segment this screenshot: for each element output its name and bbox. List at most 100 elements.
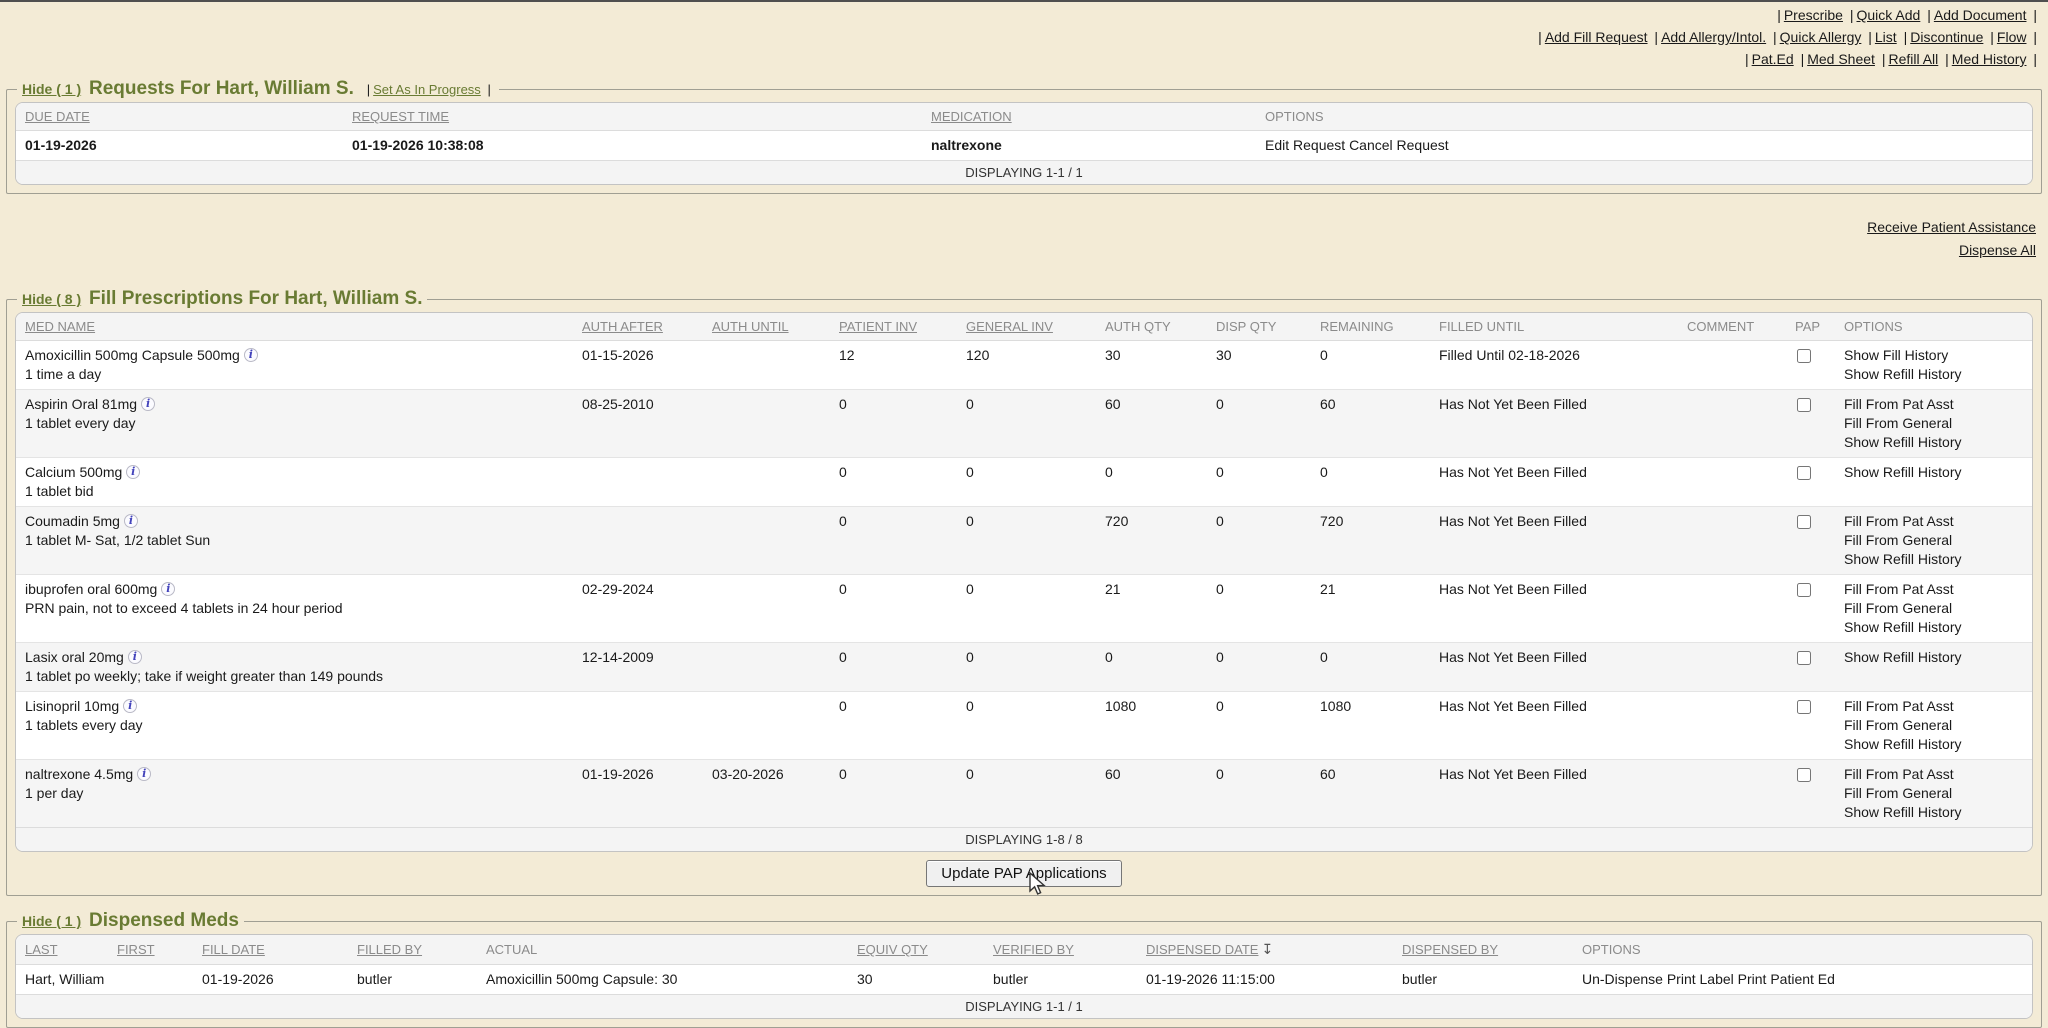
fill-from-general-link[interactable]: Fill From General <box>1844 716 2028 735</box>
col-header-filled-by[interactable]: FILLED BY <box>353 935 482 965</box>
auth-qty-cell: 60 <box>1101 390 1212 458</box>
print-patient-ed-link[interactable]: Print Patient Ed <box>1738 971 1835 987</box>
request-due-date: 01-19-2026 <box>16 131 348 161</box>
dispensed-filled-by: butler <box>353 965 482 995</box>
fill-from-general-link[interactable]: Fill From General <box>1844 784 2028 803</box>
fill-from-pat-asst-link[interactable]: Fill From Pat Asst <box>1844 580 2028 599</box>
fill-from-general-link[interactable]: Fill From General <box>1844 414 2028 433</box>
filled-until-cell: Filled Until 02-18-2026 <box>1435 341 1683 390</box>
fill-button-row: Update PAP Applications <box>15 860 2033 887</box>
nav-link-refill-all[interactable]: Refill All <box>1888 51 1938 67</box>
disp-qty-cell: 0 <box>1212 507 1316 575</box>
show-refill-history-link[interactable]: Show Refill History <box>1844 618 2028 637</box>
col-header-medication[interactable]: MEDICATION <box>927 103 1261 131</box>
receive-patient-assistance-link[interactable]: Receive Patient Assistance <box>1867 216 2036 239</box>
nav-link-quick-allergy[interactable]: Quick Allergy <box>1780 29 1862 45</box>
pap-checkbox[interactable] <box>1797 515 1811 529</box>
nav-link-add-allergy-intol[interactable]: Add Allergy/Intol. <box>1661 29 1766 45</box>
info-icon[interactable]: i <box>141 397 155 411</box>
nav-link-med-sheet[interactable]: Med Sheet <box>1807 51 1875 67</box>
col-header-request-time[interactable]: REQUEST TIME <box>348 103 927 131</box>
info-icon[interactable]: i <box>123 699 137 713</box>
auth-after-cell <box>578 458 708 507</box>
pap-checkbox[interactable] <box>1797 768 1811 782</box>
fill-from-pat-asst-link[interactable]: Fill From Pat Asst <box>1844 395 2028 414</box>
show-refill-history-link[interactable]: Show Refill History <box>1844 433 2028 452</box>
sort-descending-icon: ↧ <box>1261 941 1273 958</box>
nav-separator: | <box>1904 29 1908 45</box>
info-icon[interactable]: i <box>126 465 140 479</box>
nav-link-list[interactable]: List <box>1875 29 1897 45</box>
show-refill-history-link[interactable]: Show Refill History <box>1844 803 2028 822</box>
disp-qty-cell: 30 <box>1212 341 1316 390</box>
col-header-due-date[interactable]: DUE DATE <box>16 103 348 131</box>
info-icon[interactable]: i <box>124 514 138 528</box>
nav-link-med-history[interactable]: Med History <box>1952 51 2027 67</box>
fill-from-general-link[interactable]: Fill From General <box>1844 599 2028 618</box>
nav-link-discontinue[interactable]: Discontinue <box>1910 29 1983 45</box>
cancel-request-link[interactable]: Cancel Request <box>1349 137 1449 153</box>
update-pap-applications-button[interactable]: Update PAP Applications <box>926 860 1121 887</box>
col-header-last[interactable]: LAST <box>16 935 113 965</box>
dispensed-header-row: LAST FIRST FILL DATE FILLED BY ACTUAL EQ… <box>16 935 2032 965</box>
fill-from-pat-asst-link[interactable]: Fill From Pat Asst <box>1844 765 2028 784</box>
col-header-fill-date[interactable]: FILL DATE <box>198 935 353 965</box>
print-label-link[interactable]: Print Label <box>1667 971 1734 987</box>
pap-checkbox[interactable] <box>1797 349 1811 363</box>
pap-checkbox[interactable] <box>1797 583 1811 597</box>
dispensed-options: Un-Dispense Print Label Print Patient Ed <box>1578 965 2032 995</box>
dispensed-row: Hart, William 01-19-2026 butler Amoxicil… <box>16 965 2032 995</box>
show-fill-history-link[interactable]: Show Fill History <box>1844 346 2028 365</box>
requests-section: Hide ( 1 ) Requests For Hart, William S.… <box>6 78 2042 194</box>
auth-after-cell: 01-19-2026 <box>578 760 708 828</box>
col-header-first[interactable]: FIRST <box>113 935 198 965</box>
set-as-in-progress-link[interactable]: Set As In Progress <box>373 82 481 97</box>
nav-link-add-fill-request[interactable]: Add Fill Request <box>1545 29 1648 45</box>
nav-link-pat-ed[interactable]: Pat.Ed <box>1752 51 1794 67</box>
show-refill-history-link[interactable]: Show Refill History <box>1844 550 2028 569</box>
fill-from-pat-asst-link[interactable]: Fill From Pat Asst <box>1844 512 2028 531</box>
show-refill-history-link[interactable]: Show Refill History <box>1844 735 2028 754</box>
info-icon[interactable]: i <box>137 767 151 781</box>
dispensed-by: butler <box>1398 965 1578 995</box>
col-header-dispensed-date[interactable]: DISPENSED DATE↧ <box>1142 935 1398 965</box>
col-header-remaining: REMAINING <box>1316 313 1435 341</box>
dispensed-hide-link[interactable]: Hide ( 1 ) <box>22 913 81 929</box>
col-header-disp-qty: DISP QTY <box>1212 313 1316 341</box>
col-header-patient-inv[interactable]: PATIENT INV <box>835 313 962 341</box>
col-header-auth-until[interactable]: AUTH UNTIL <box>708 313 835 341</box>
nav-link-prescribe[interactable]: Prescribe <box>1784 7 1843 23</box>
pap-checkbox[interactable] <box>1797 398 1811 412</box>
un-dispense-link[interactable]: Un-Dispense <box>1582 971 1663 987</box>
show-refill-history-link[interactable]: Show Refill History <box>1844 463 2028 482</box>
dispensed-equiv-qty: 30 <box>853 965 989 995</box>
fill-from-pat-asst-link[interactable]: Fill From Pat Asst <box>1844 697 2028 716</box>
col-header-general-inv[interactable]: GENERAL INV <box>962 313 1101 341</box>
info-icon[interactable]: i <box>244 348 258 362</box>
dispense-all-link[interactable]: Dispense All <box>1959 239 2036 262</box>
fill-row: Calcium 500mgi 1 tablet bid 0 0 0 0 0 Ha… <box>16 458 2032 507</box>
col-header-med-name[interactable]: MED NAME <box>16 313 578 341</box>
fill-from-general-link[interactable]: Fill From General <box>1844 531 2028 550</box>
info-icon[interactable]: i <box>128 650 142 664</box>
pap-checkbox[interactable] <box>1797 651 1811 665</box>
nav-link-quick-add[interactable]: Quick Add <box>1857 7 1921 23</box>
options-cell: Fill From Pat Asst Fill From General Sho… <box>1840 575 2032 643</box>
pap-checkbox[interactable] <box>1797 466 1811 480</box>
nav-separator: | <box>487 82 490 97</box>
nav-link-flow[interactable]: Flow <box>1997 29 2027 45</box>
col-header-dispensed-by[interactable]: DISPENSED BY <box>1398 935 1578 965</box>
show-refill-history-link[interactable]: Show Refill History <box>1844 648 2028 667</box>
requests-hide-link[interactable]: Hide ( 1 ) <box>22 81 81 97</box>
edit-request-link[interactable]: Edit Request <box>1265 137 1345 153</box>
nav-link-add-document[interactable]: Add Document <box>1934 7 2027 23</box>
col-header-equiv-qty[interactable]: EQUIV QTY <box>853 935 989 965</box>
disp-qty-cell: 0 <box>1212 692 1316 760</box>
info-icon[interactable]: i <box>161 582 175 596</box>
show-refill-history-link[interactable]: Show Refill History <box>1844 365 2028 384</box>
auth-until-cell: 03-20-2026 <box>708 760 835 828</box>
pap-checkbox[interactable] <box>1797 700 1811 714</box>
col-header-auth-after[interactable]: AUTH AFTER <box>578 313 708 341</box>
fill-hide-link[interactable]: Hide ( 8 ) <box>22 291 81 307</box>
col-header-verified-by[interactable]: VERIFIED BY <box>989 935 1142 965</box>
